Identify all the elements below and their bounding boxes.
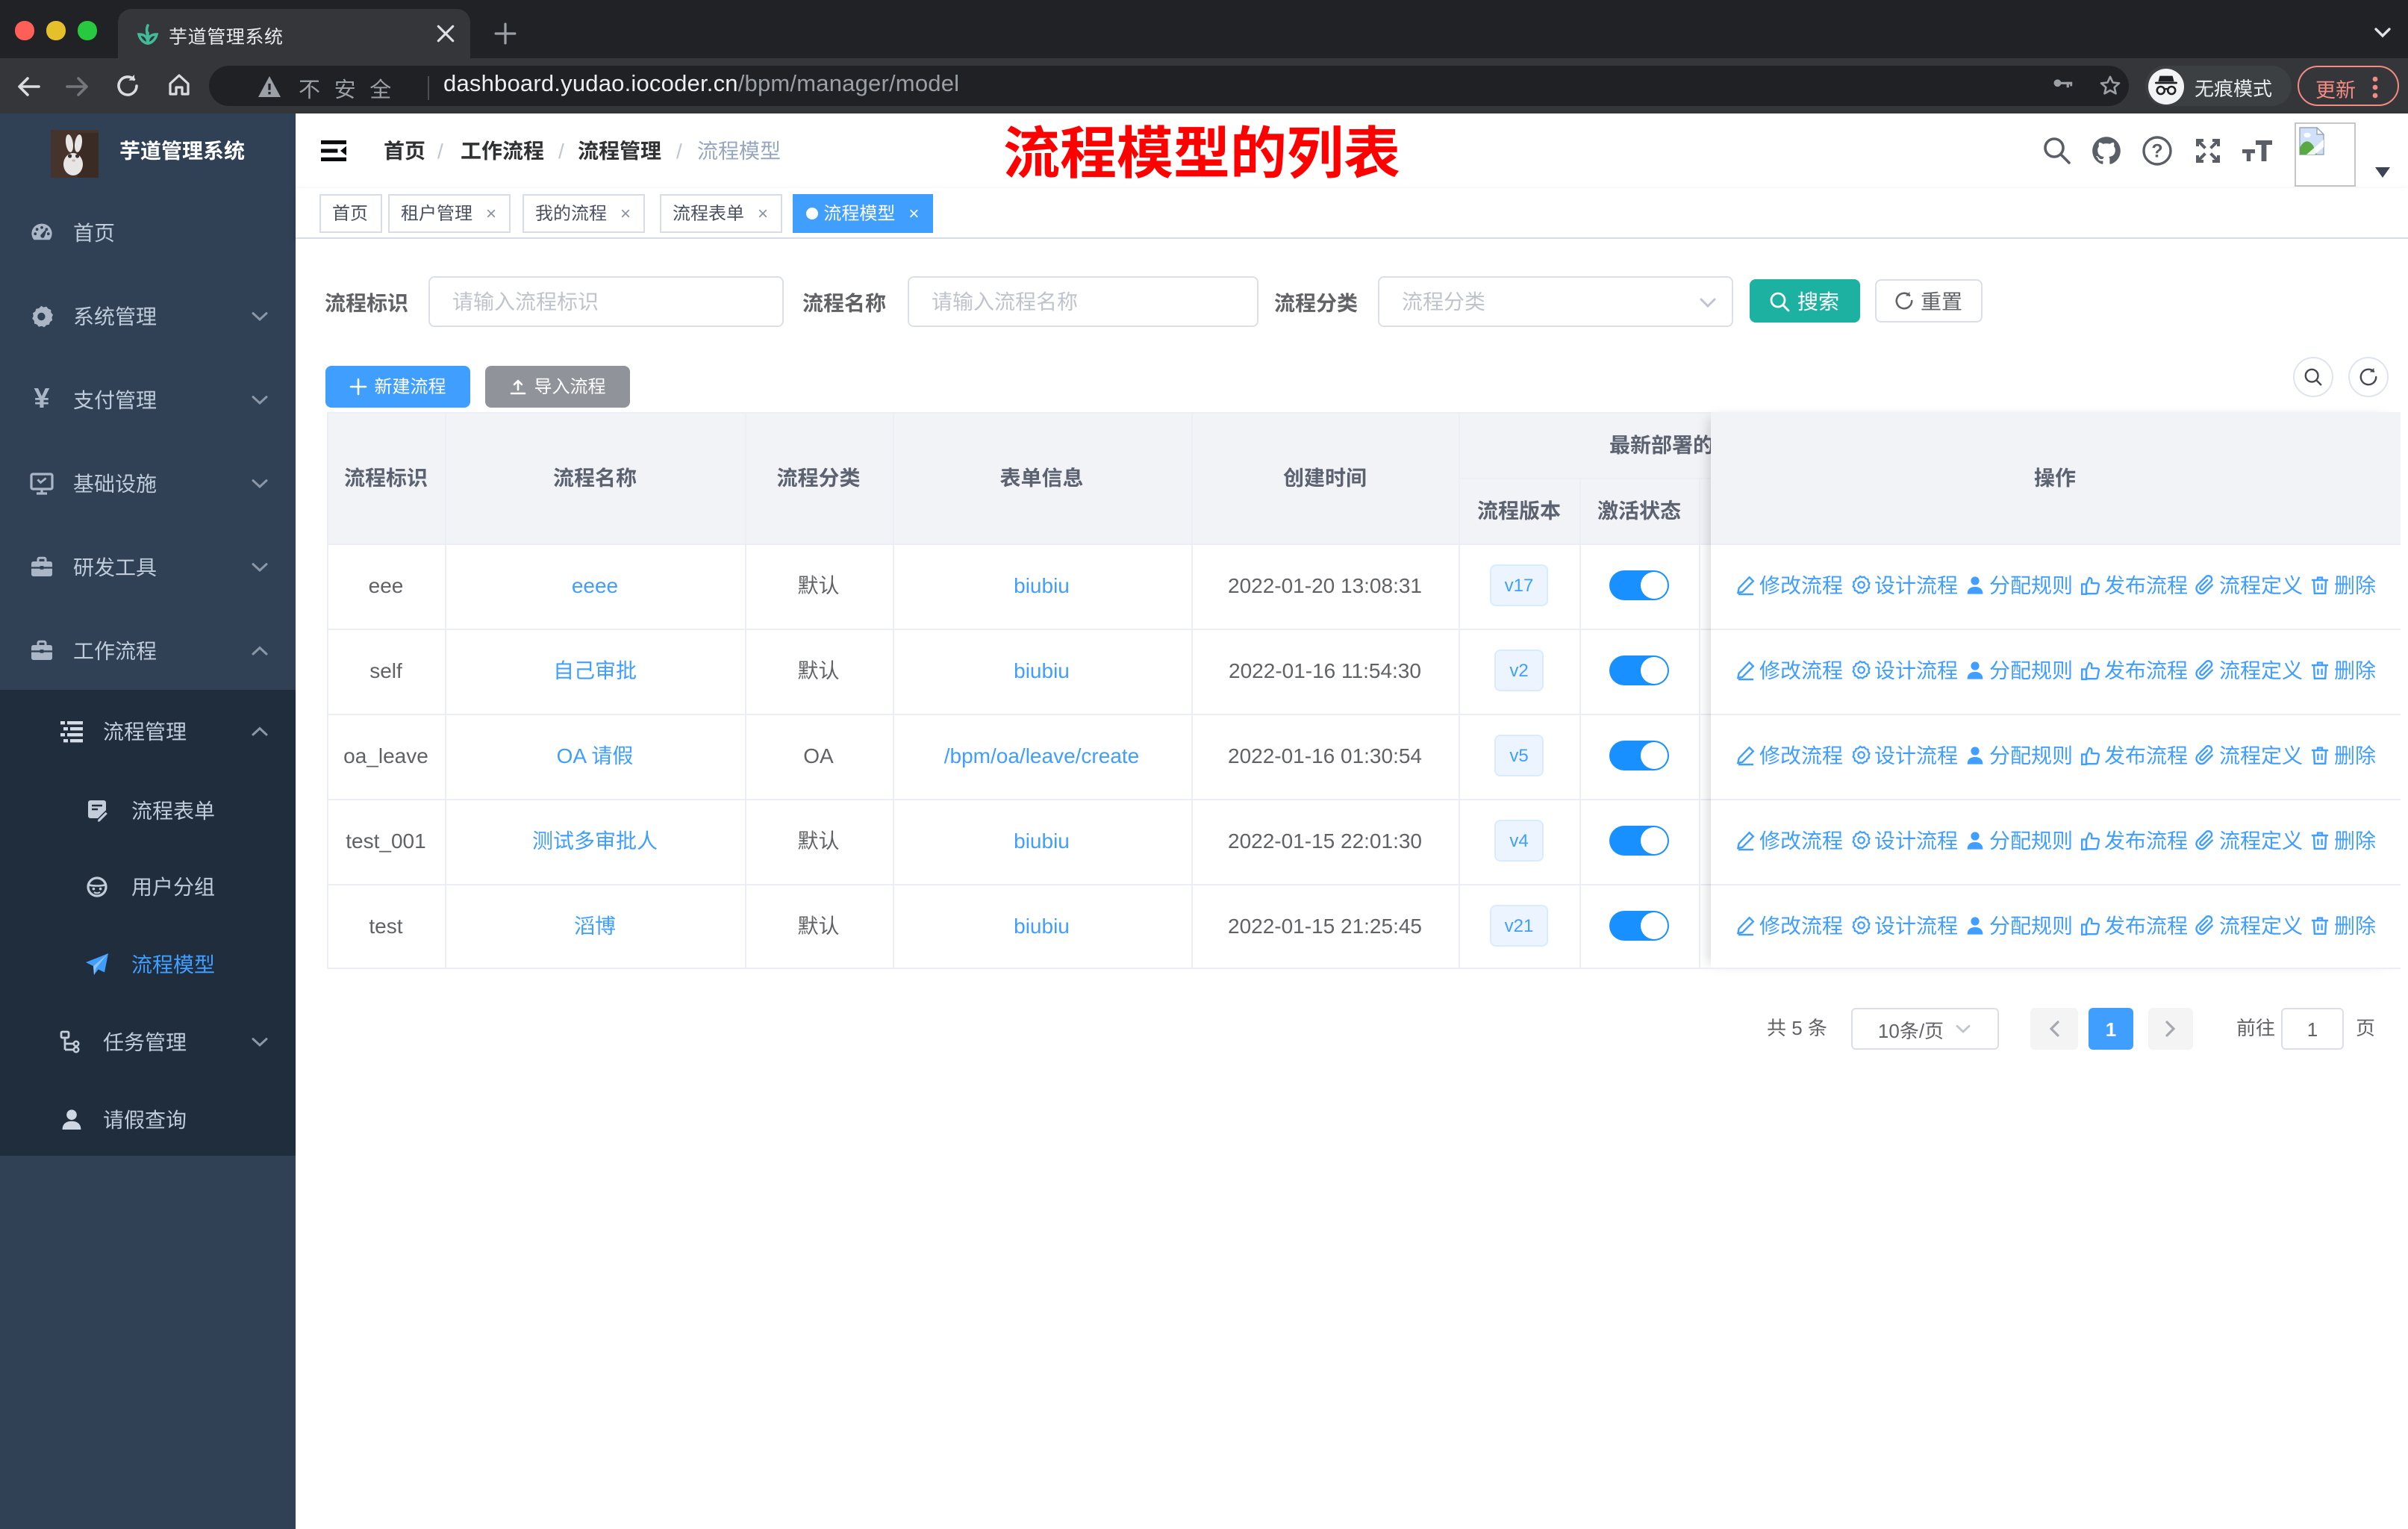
svg-text:¥: ¥ bbox=[34, 388, 49, 412]
svg-text:?: ? bbox=[2150, 140, 2162, 161]
